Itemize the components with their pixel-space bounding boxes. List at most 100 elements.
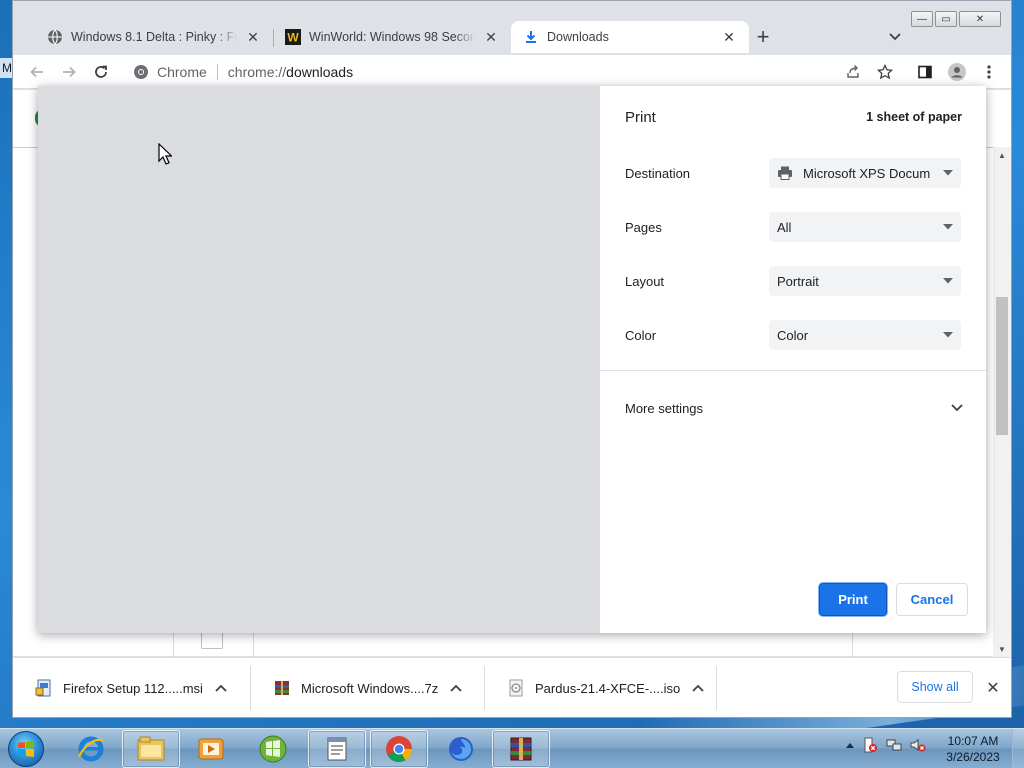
destination-select[interactable]: Microsoft XPS Docum <box>769 158 961 188</box>
layout-select[interactable]: Portrait <box>769 266 961 296</box>
winworld-icon: W <box>285 29 301 45</box>
more-settings-toggle[interactable]: More settings <box>625 396 963 420</box>
window-controls: — ▭ ✕ <box>911 11 1001 27</box>
tab-search-icon[interactable] <box>885 27 905 47</box>
cancel-button[interactable]: Cancel <box>896 583 968 616</box>
download-item[interactable]: Firefox Setup 112.....msi <box>13 658 251 718</box>
chrome-logo-icon <box>133 64 149 80</box>
system-clock[interactable]: 10:07 AM 3/26/2023 <box>942 733 1004 765</box>
menu-kebab-icon[interactable] <box>979 62 999 82</box>
winrar-icon[interactable] <box>492 730 550 768</box>
windows-logo-icon <box>18 741 34 757</box>
pages-label: Pages <box>625 219 662 235</box>
destination-label: Destination <box>625 165 691 181</box>
reload-icon[interactable] <box>91 62 111 82</box>
desktop-icon-label: M <box>0 58 12 78</box>
scrollbar-thumb[interactable] <box>996 297 1008 435</box>
dropdown-arrow-icon <box>943 278 953 284</box>
print-button[interactable]: Print <box>819 583 887 616</box>
tab-close-icon[interactable]: ✕ <box>245 29 261 45</box>
minimize-button[interactable]: — <box>911 11 933 27</box>
disc-image-icon <box>507 679 525 697</box>
media-player-icon[interactable] <box>182 730 240 768</box>
windows-live-icon[interactable] <box>244 730 302 768</box>
print-settings-panel: Print 1 sheet of paper Destination Micro… <box>600 86 986 633</box>
maximize-button[interactable]: ▭ <box>935 11 957 27</box>
omnibox-separator <box>216 64 218 80</box>
bookmark-star-icon[interactable] <box>875 62 895 82</box>
tab-title: Windows 8.1 Delta : Pinky : Free Downloa… <box>71 30 237 44</box>
url-text: chrome://downloads <box>228 64 353 80</box>
volume-muted-icon[interactable] <box>910 737 926 753</box>
internet-explorer-icon[interactable] <box>62 730 120 768</box>
url-scheme: chrome:// <box>227 64 287 80</box>
print-title: Print <box>625 109 656 126</box>
pages-select[interactable]: All <box>769 212 961 242</box>
chevron-up-icon[interactable] <box>213 680 229 696</box>
winrar-icon <box>273 679 291 697</box>
download-icon <box>523 29 539 45</box>
tab-strip: Windows 8.1 Delta : Pinky : Free Downloa… <box>35 21 749 55</box>
download-item[interactable]: Pardus-21.4-XFCE-....iso <box>485 658 717 718</box>
scroll-up-icon[interactable]: ▲ <box>996 149 1008 161</box>
file-explorer-icon[interactable] <box>122 730 180 768</box>
taskbar: 10:07 AM 3/26/2023 <box>0 728 1024 768</box>
tab-winworld[interactable]: W WinWorld: Windows 98 Second Edition ✕ <box>273 21 511 53</box>
scroll-down-icon[interactable]: ▼ <box>996 643 1008 655</box>
close-icon[interactable]: ✕ <box>983 678 1003 698</box>
side-panel-icon[interactable] <box>915 62 935 82</box>
color-setting: Color Color <box>625 318 963 352</box>
show-all-button[interactable]: Show all <box>897 671 973 703</box>
chevron-up-icon[interactable] <box>448 680 464 696</box>
address-bar[interactable]: Chrome chrome://downloads <box>123 58 883 86</box>
color-select[interactable]: Color <box>769 320 961 350</box>
globe-icon <box>47 29 63 45</box>
start-button[interactable] <box>8 731 44 767</box>
dropdown-arrow-icon <box>943 224 953 230</box>
more-settings-label: More settings <box>625 400 704 416</box>
share-icon[interactable] <box>843 62 863 82</box>
tab-title: Downloads <box>547 30 609 44</box>
show-hidden-icons-icon[interactable] <box>846 742 854 748</box>
notepad-icon[interactable] <box>308 730 366 768</box>
print-dialog: Print 1 sheet of paper Destination Micro… <box>38 86 986 633</box>
profile-avatar-icon[interactable] <box>947 62 967 82</box>
pages-value: All <box>777 219 792 235</box>
layout-value: Portrait <box>777 273 819 289</box>
url-host: downloads <box>286 64 354 80</box>
print-preview <box>38 86 600 633</box>
download-filename: Pardus-21.4-XFCE-....iso <box>535 680 681 696</box>
pages-setting: Pages All <box>625 210 963 244</box>
dropdown-arrow-icon <box>943 170 953 176</box>
chevron-up-icon[interactable] <box>690 680 706 696</box>
firefox-icon[interactable] <box>432 730 490 768</box>
clock-time: 10:07 AM <box>947 734 999 748</box>
sheet-count: 1 sheet of paper <box>866 110 962 124</box>
download-shelf: Firefox Setup 112.....msi Microsoft Wind… <box>13 657 1011 717</box>
action-center-icon[interactable] <box>862 737 878 753</box>
printer-icon <box>777 165 793 181</box>
download-item[interactable]: Microsoft Windows....7z <box>251 658 485 718</box>
close-window-button[interactable]: ✕ <box>959 11 1001 27</box>
svg-text:W: W <box>287 31 299 45</box>
chevron-down-icon <box>951 404 963 412</box>
omnibox-chip: Chrome <box>157 64 207 80</box>
installer-icon <box>35 679 53 697</box>
layout-label: Layout <box>625 273 665 289</box>
forward-arrow-icon[interactable] <box>59 62 79 82</box>
network-icon[interactable] <box>886 737 902 753</box>
back-arrow-icon[interactable] <box>27 62 47 82</box>
tab-windows-8-1-delta[interactable]: Windows 8.1 Delta : Pinky : Free Downloa… <box>35 21 273 53</box>
tab-downloads[interactable]: Downloads ✕ <box>511 21 749 53</box>
destination-value: Microsoft XPS Docum <box>803 165 931 181</box>
tab-close-icon[interactable]: ✕ <box>483 29 499 45</box>
color-value: Color <box>777 327 809 343</box>
browser-toolbar: Chrome chrome://downloads <box>13 55 1011 89</box>
new-tab-button[interactable]: + <box>751 24 775 49</box>
destination-setting: Destination Microsoft XPS Docum <box>625 156 963 190</box>
mouse-cursor-icon <box>158 143 172 165</box>
tab-close-icon[interactable]: ✕ <box>721 29 737 45</box>
chrome-icon[interactable] <box>370 730 428 768</box>
system-tray <box>846 737 926 753</box>
show-desktop-button[interactable] <box>1012 729 1024 768</box>
